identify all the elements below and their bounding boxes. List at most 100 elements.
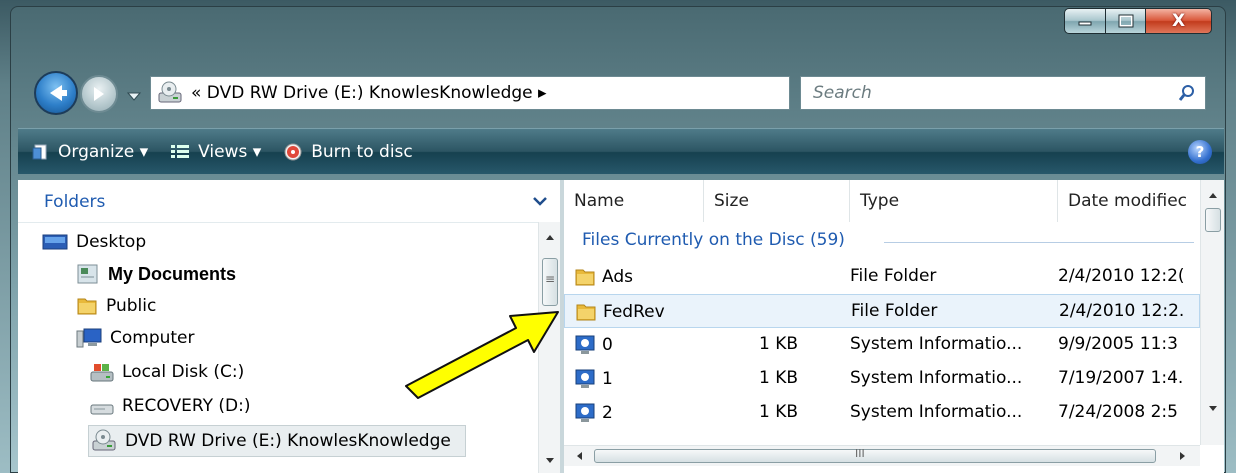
caption-buttons: X [1064,8,1212,36]
burn-to-disc-button[interactable]: Burn to disc [283,142,413,162]
organize-label: Organize ▾ [58,141,149,162]
scroll-right-icon[interactable] [1176,447,1190,465]
tree-item-label: Public [106,296,157,316]
file-list-vertical-scrollbar[interactable] [1200,180,1224,445]
file-row-fedrev[interactable]: FedRev File Folder 2/4/2010 12:2. [564,294,1200,328]
file-name: Ads [602,267,633,287]
column-header-label: Type [860,191,900,211]
computer-icon [76,328,102,348]
views-button[interactable]: Views ▾ [170,142,261,162]
tree-item-local-disk-c[interactable]: Local Disk (C:) [90,356,244,388]
back-button[interactable] [34,71,78,115]
file-row-0[interactable]: 0 1 KB System Informatio... 9/9/2005 11:… [564,328,1200,362]
tree-item-public[interactable]: Public [76,290,156,322]
search-input[interactable]: Search [813,83,872,103]
file-name-cell: FedRev [575,301,705,323]
file-date-modified: 2/4/2010 12:2. [1059,301,1185,321]
file-list-scroll-thumb[interactable] [1205,208,1221,232]
tree-item-label: Desktop [76,232,147,252]
recent-pages-dropdown[interactable] [122,86,146,106]
file-name-cell: Ads [574,266,704,288]
tree-item-recovery-d[interactable]: RECOVERY (D:) [90,390,250,422]
tree-item-label: DVD RW Drive (E:) KnowlesKnowledge [125,431,451,451]
chevron-down-icon [126,92,142,101]
file-type: File Folder [850,266,937,286]
scroll-down-icon[interactable] [1202,402,1224,416]
organize-button[interactable]: Organize ▾ [32,142,148,162]
scroll-left-icon[interactable] [572,447,586,465]
file-type: System Informatio... [850,368,1023,388]
tree-item-computer[interactable]: Computer [76,322,195,354]
arrow-left-icon [50,85,67,101]
file-name-cell: 2 [574,402,704,424]
scroll-down-icon[interactable] [540,454,560,468]
tree-item-desktop[interactable]: Desktop [42,226,146,258]
column-header-label: Size [714,191,749,211]
help-icon: ? [1195,143,1205,161]
file-row-2[interactable]: 2 1 KB System Informatio... 7/24/2008 2:… [564,396,1200,430]
horizontal-scroll-thumb[interactable]: III [594,447,1156,463]
folders-header[interactable]: Folders [18,180,560,223]
annotation-arrow-icon [405,311,559,399]
folder-icon [576,304,596,321]
column-header-type[interactable]: Type [850,180,1058,222]
optical-drive-icon [92,429,116,451]
address-bar[interactable]: « DVD RW Drive (E:) KnowlesKnowledge ▸ ▾ [150,76,924,110]
file-row-1[interactable]: 1 1 KB System Informatio... 7/19/2007 1:… [564,362,1200,396]
system-info-icon [575,403,595,422]
file-size: 1 KB [758,402,798,422]
tree-item-dvd-rw-drive-e[interactable]: DVD RW Drive (E:) KnowlesKnowledge [88,425,466,457]
group-header[interactable]: Files Currently on the Disc (59) [582,230,845,250]
folders-scroll-thumb[interactable]: ≡ [542,258,558,306]
column-header-label: Date modifiec [1068,191,1188,211]
drive-icon [90,404,114,415]
minimize-icon [1078,21,1092,26]
burn-to-disc-label: Burn to disc [311,141,413,162]
maximize-button[interactable] [1106,8,1146,34]
file-date-modified: 7/24/2008 2:5 [1058,402,1178,422]
scroll-up-icon[interactable] [540,230,560,244]
grip-icon: ≡ [545,272,556,286]
file-name: 0 [602,335,613,355]
file-size: 1 KB [758,334,798,354]
forward-button[interactable] [80,75,118,113]
help-button[interactable]: ? [1188,140,1212,164]
tree-item-label: Local Disk (C:) [122,362,245,382]
column-header-date-modified[interactable]: Date modifiec [1058,180,1200,222]
file-type: System Informatio... [850,334,1023,354]
annotation-arrow-shape [405,311,559,399]
desktop-icon [42,234,68,250]
documents-icon [77,264,98,284]
file-name: 1 [602,369,613,389]
file-list-horizontal-scrollbar[interactable]: III [564,445,1200,466]
tree-item-my-documents[interactable]: My Documents [76,258,236,290]
file-date-modified: 9/9/2005 11:3 [1058,334,1178,354]
system-info-icon [575,369,595,388]
file-name-cell: 1 [574,368,704,390]
minimize-button[interactable] [1064,8,1106,34]
optical-drive-icon [158,81,182,103]
tree-item-label: Computer [110,328,195,348]
search-box[interactable]: Search [800,76,1206,110]
close-button[interactable]: X [1146,8,1212,34]
search-icon[interactable] [1177,83,1197,103]
maximize-icon [1118,14,1133,28]
file-date-modified: 7/19/2007 1:4. [1058,368,1184,388]
system-info-icon [575,335,595,354]
column-header-label: Name [574,191,625,211]
column-header-name[interactable]: Name [564,180,704,222]
chevron-down-icon[interactable] [532,195,548,207]
hard-disk-icon [90,364,114,382]
scroll-up-icon[interactable] [1202,188,1224,202]
close-icon: X [1171,11,1186,31]
command-bar: Organize ▾ Views ▾ Burn to disc ? [18,128,1224,174]
file-list-pane: Name Size Type Date modifiec Files Curre… [564,180,1224,473]
file-type: File Folder [851,301,938,321]
file-size: 1 KB [758,368,798,388]
address-path[interactable]: « DVD RW Drive (E:) KnowlesKnowledge ▸ [191,83,547,103]
views-icon [171,144,190,158]
file-name: FedRev [603,302,665,322]
column-header-size[interactable]: Size [704,180,850,222]
organize-icon [32,144,47,159]
file-row-ads[interactable]: Ads File Folder 2/4/2010 12:2( [564,260,1200,294]
